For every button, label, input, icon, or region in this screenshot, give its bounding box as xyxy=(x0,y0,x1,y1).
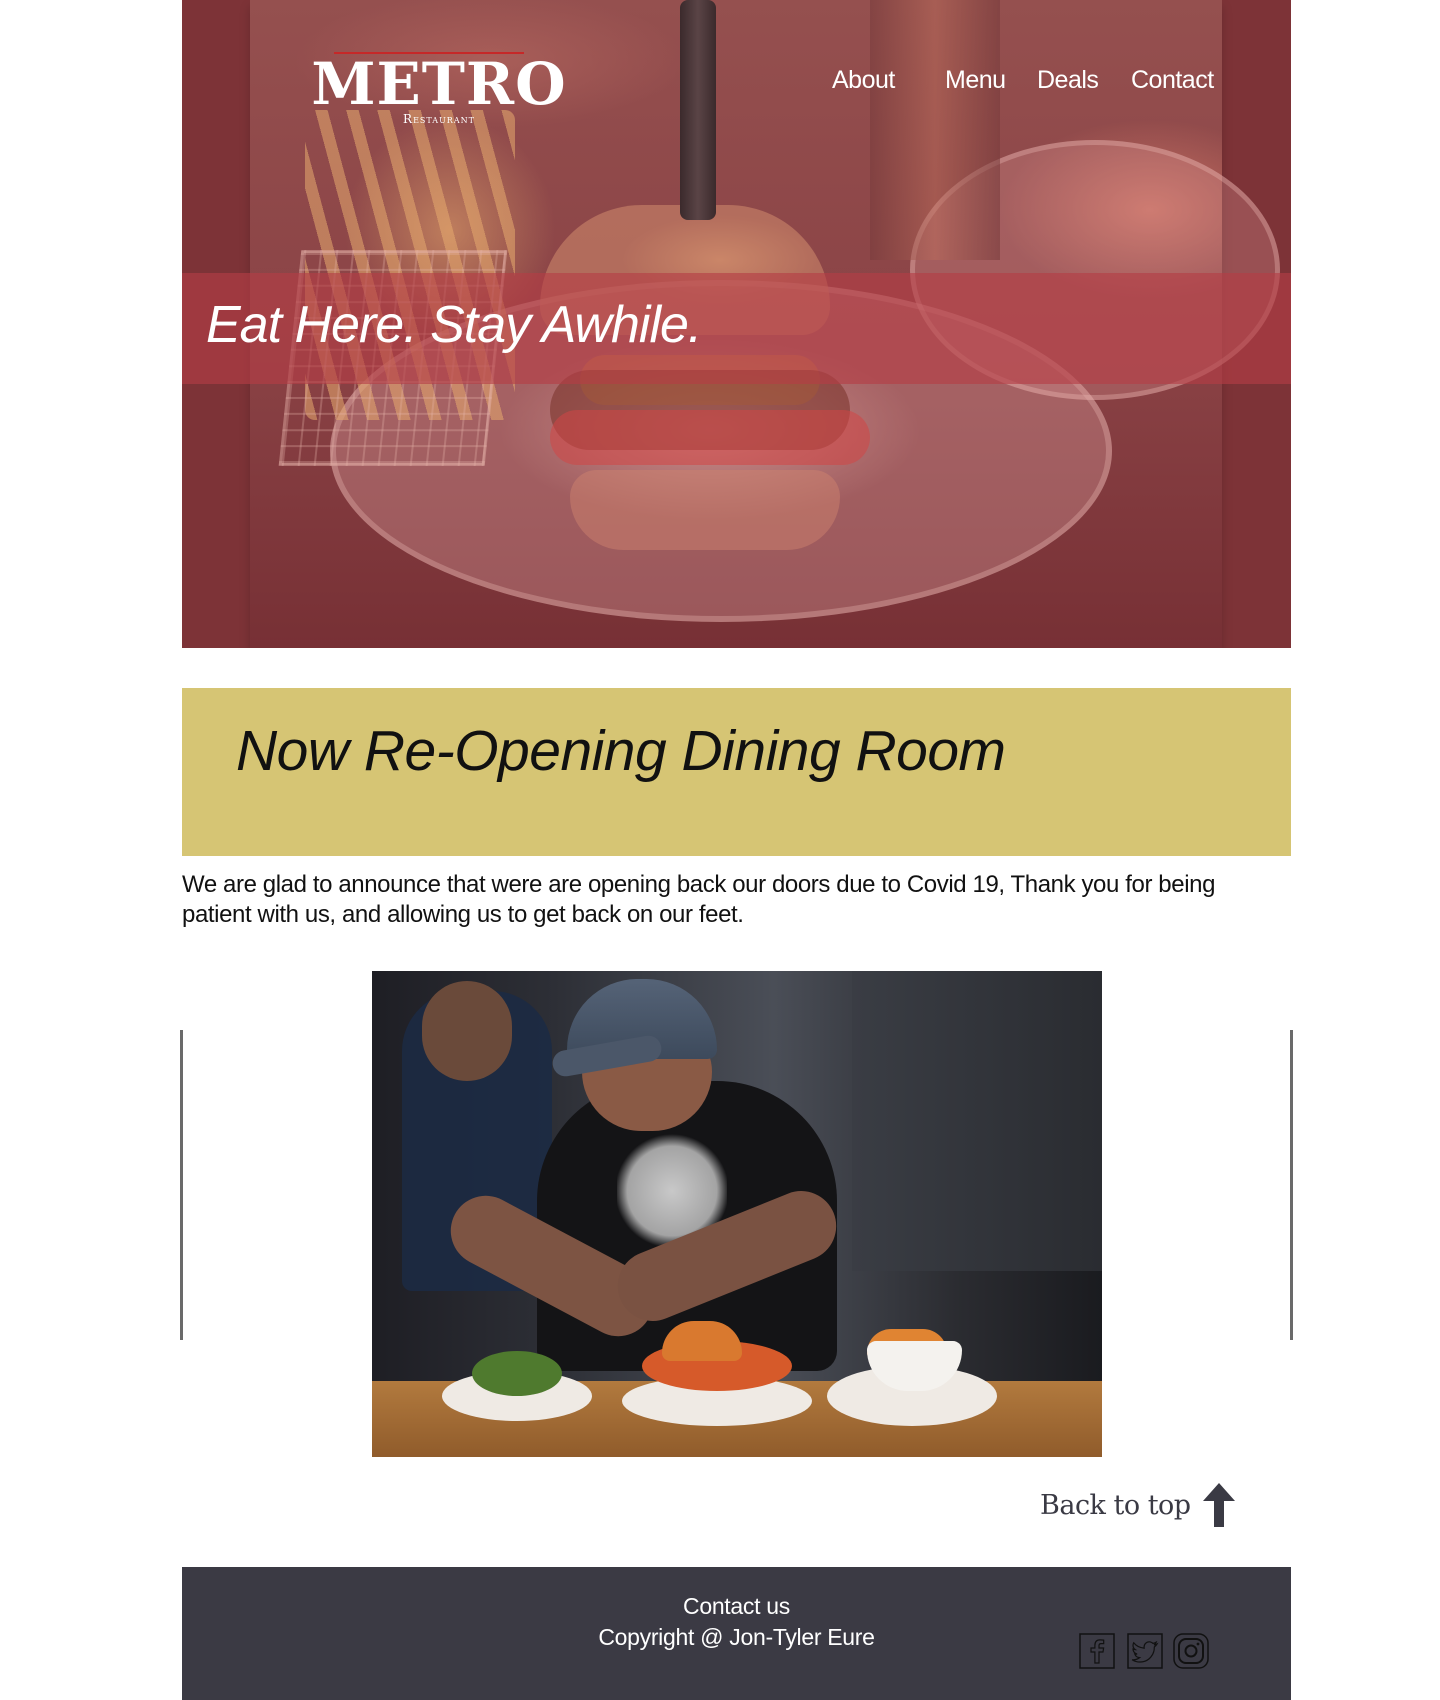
footer-contact-link[interactable]: Contact us xyxy=(182,1593,1291,1620)
chef-photo-door xyxy=(852,971,1102,1271)
footer-copyright: Copyright @ Jon-Tyler Eure xyxy=(598,1624,875,1650)
back-to-top-link[interactable]: Back to top xyxy=(1040,1482,1235,1528)
hero-burger-tomato xyxy=(550,410,870,465)
chef-photo-background-head xyxy=(422,981,512,1081)
chef-photo-salad xyxy=(472,1351,562,1396)
hero-burger-bottom-bun xyxy=(570,470,840,550)
main-nav: About Menu Deals Contact xyxy=(182,66,1291,96)
instagram-icon xyxy=(1173,1633,1209,1669)
twitter-link[interactable] xyxy=(1127,1633,1163,1669)
hero-banner: Eat Here. Stay Awhile. METRO Restaurant … xyxy=(182,0,1291,648)
nav-deals-link[interactable]: Deals xyxy=(1037,66,1099,95)
nav-about-link[interactable]: About xyxy=(832,66,895,95)
page: Eat Here. Stay Awhile. METRO Restaurant … xyxy=(0,0,1440,1700)
facebook-link[interactable] xyxy=(1079,1633,1115,1669)
nav-menu-link[interactable]: Menu xyxy=(945,66,1006,95)
up-arrow-icon xyxy=(1202,1483,1235,1527)
twitter-icon xyxy=(1127,1633,1163,1669)
announcement-banner: Now Re-Opening Dining Room xyxy=(182,688,1291,856)
site-footer: Contact us Copyright @ Jon-Tyler Eure xyxy=(182,1567,1291,1700)
chef-photo xyxy=(372,971,1102,1457)
announcement-title: Now Re-Opening Dining Room xyxy=(236,719,1006,783)
left-divider-line xyxy=(180,1030,183,1340)
instagram-link[interactable] xyxy=(1173,1633,1209,1669)
announcement-text: We are glad to announce that were are op… xyxy=(182,871,1216,928)
hero-tagline: Eat Here. Stay Awhile. xyxy=(206,296,702,354)
nav-contact-link[interactable]: Contact xyxy=(1131,66,1214,95)
back-to-top-label: Back to top xyxy=(1040,1489,1191,1521)
hero-steak-knife xyxy=(680,0,716,220)
facebook-icon xyxy=(1079,1633,1115,1669)
right-divider-line xyxy=(1290,1030,1293,1340)
hero-beer-glass xyxy=(870,0,1000,260)
logo-subtitle: Restaurant xyxy=(403,112,475,126)
